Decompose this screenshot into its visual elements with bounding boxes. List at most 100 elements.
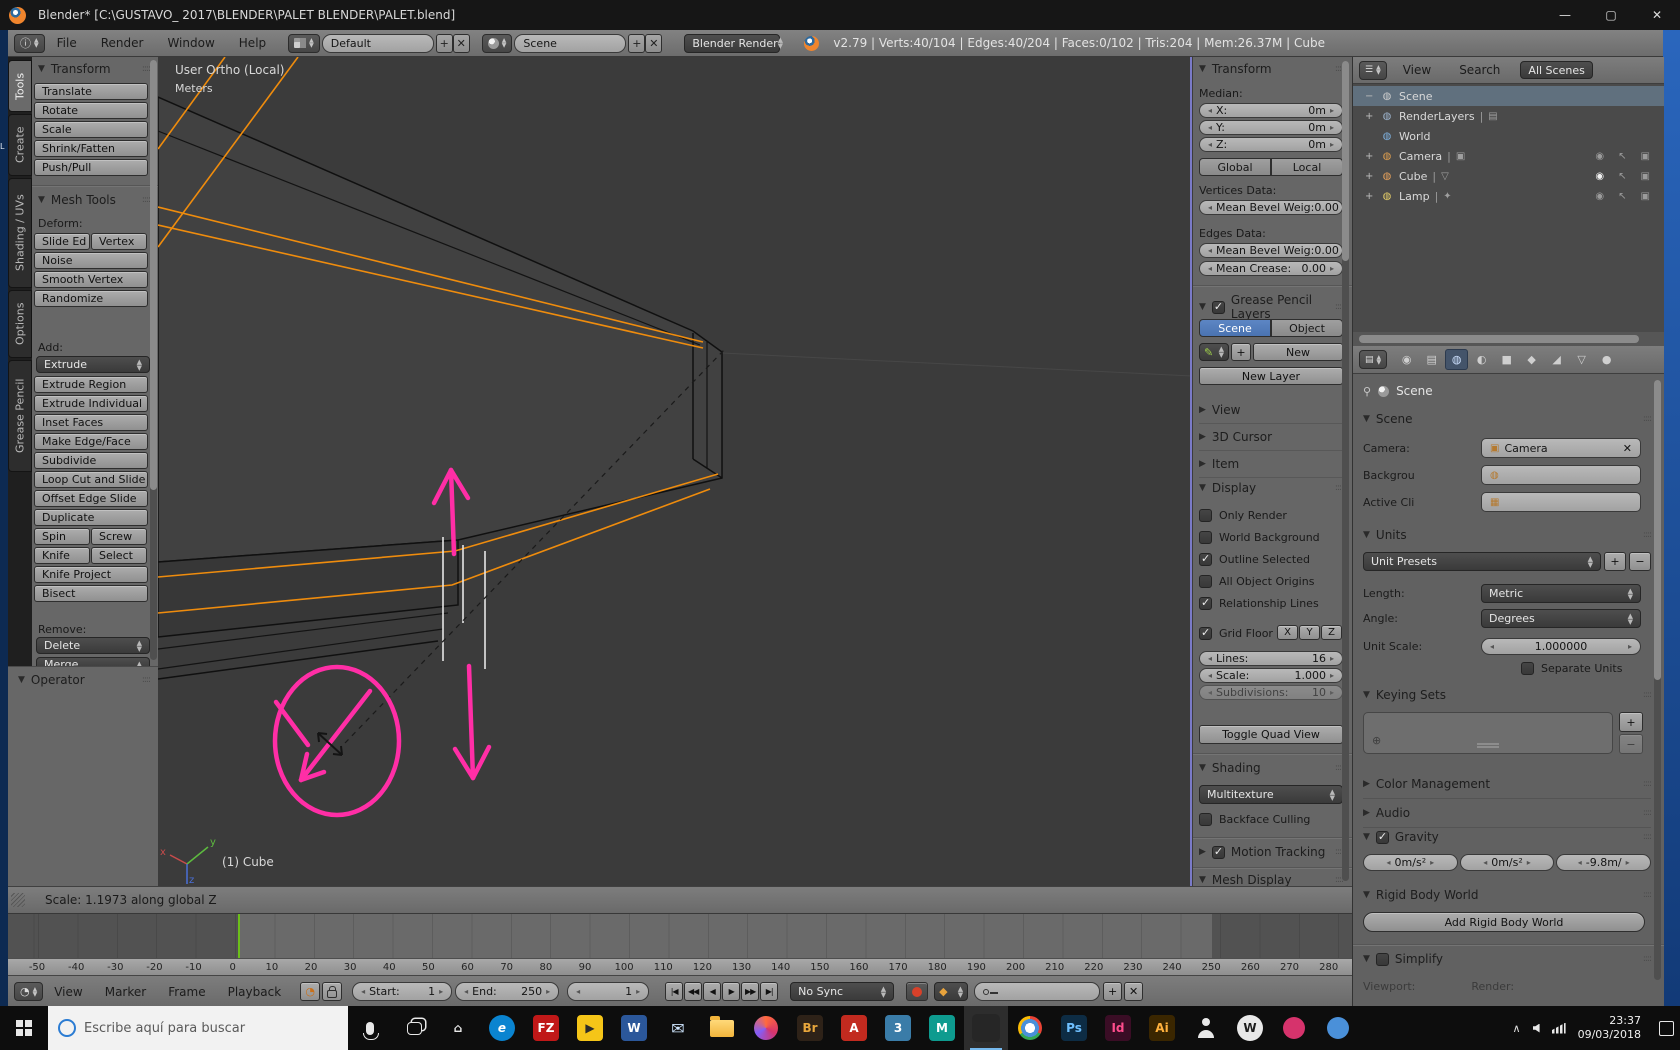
properties-editor-selector[interactable]: ▤ ▲ ▼ [1359,350,1388,369]
properties-tab-icon[interactable]: ● [1595,349,1618,370]
delete-scene-button[interactable]: ✕ [645,33,663,53]
tool-button[interactable]: Bisect [34,585,148,602]
tool-tab-create[interactable]: Create [8,114,32,176]
outliner-hscrollbar[interactable] [1353,332,1664,346]
notification-center-icon[interactable] [1659,1020,1674,1036]
visibility-eye-icon[interactable]: ◉ [1595,151,1604,162]
checkbox[interactable] [1521,662,1534,675]
tool-button[interactable]: Slide Ed [34,233,90,250]
grid-axis-button[interactable]: Z [1321,625,1342,640]
id-field[interactable]: ▣ Camera ✕ [1481,438,1641,458]
gravity-axis-field[interactable]: ◂ 0m/s² ▸ [1459,854,1555,871]
taskbar-app-icon[interactable]: ✉ [656,1006,700,1050]
tool-button[interactable]: Screw [91,528,147,545]
checkbox[interactable] [1199,531,1212,544]
collapsed-panel-header[interactable]: ▶ Color Management:::: [1363,770,1652,799]
region-resize-grip[interactable] [11,893,25,907]
end-frame-field[interactable]: ◂ End: 250 ▸ [455,982,560,1001]
screen-layout-selector[interactable]: Default [321,33,434,53]
display-checkbox-row[interactable]: Only Render [1199,509,1343,522]
transport-button[interactable]: ▶▶ [741,982,760,1001]
clear-icon[interactable]: ✕ [1623,442,1632,455]
timeline-menu-item[interactable]: View [43,985,93,999]
outliner-row[interactable]: + ◍ Camera | ▣ ◉ ↖ ▣ [1353,146,1664,166]
tool-button[interactable]: Rotate [34,102,148,119]
add-rigid-body-world-button[interactable]: Add Rigid Body World [1363,912,1645,932]
add-layout-button[interactable]: + [435,33,453,53]
edge-data-field[interactable]: ◂Mean Bevel Weig:0.00▸ [1199,243,1347,258]
taskbar-app-icon[interactable]: Ps [1052,1006,1096,1050]
taskbar-app-icon[interactable]: W [1228,1006,1272,1050]
transport-button[interactable]: ◀ [703,982,722,1001]
tool-button[interactable]: Scale [34,121,148,138]
transport-button[interactable]: |◀ [665,982,684,1001]
panel-header-shading[interactable]: ▼ Shading:::: [1199,761,1344,775]
tool-button[interactable]: Extrude Individual [34,395,148,412]
tool-tab-tools[interactable]: Tools [8,60,32,112]
checkbox[interactable] [1199,575,1212,588]
lock-time-button[interactable] [322,982,343,1001]
unit-presets-selector[interactable]: Unit Presets ▲ ▼ [1363,552,1601,571]
delete-keyframes-button[interactable]: ✕ [1124,982,1144,1001]
properties-tab-icon[interactable]: ◐ [1470,349,1493,370]
mean-bevel-weight-field[interactable]: ◂Mean Bevel Weig:0.00▸ [1199,200,1347,215]
taskbar-app-icon[interactable] [1316,1006,1360,1050]
timeline-menu-item[interactable]: Playback [217,985,293,999]
tool-button[interactable]: Shrink/Fatten [34,140,148,157]
outliner-search-menu[interactable]: Search [1447,63,1512,77]
current-frame-marker[interactable] [238,914,240,958]
gp-new-layer-button[interactable]: New Layer [1199,367,1343,385]
taskbar-app-icon[interactable]: FZ [524,1006,568,1050]
unit-scale-field[interactable]: ◂ 1.000000 ▸ [1481,638,1641,655]
collapsed-panel-header[interactable]: ▶ Audio:::: [1363,799,1652,828]
tool-button[interactable]: Make Edge/Face [34,433,148,450]
panel-header-scene[interactable]: ▼ Scene:::: [1363,412,1652,426]
display-checkbox-row[interactable]: World Background [1199,531,1343,544]
timeline-frames-area[interactable] [8,914,1352,958]
tool-button[interactable]: Knife Project [34,566,148,583]
gp-source-tab[interactable]: Scene [1199,319,1271,337]
panel-header-motion-tracking[interactable]: ▶ Motion Tracking:::: [1199,845,1344,860]
remove-preset-button[interactable]: − [1629,552,1651,571]
header-menu-item[interactable]: Help [227,36,278,50]
timeline-editor-selector[interactable]: ◔ ▲ ▼ [14,982,44,1001]
taskbar-app-icon[interactable]: Ai [1140,1006,1184,1050]
panel-header-units[interactable]: ▼ Units:::: [1363,528,1652,542]
add-scene-button[interactable]: + [628,33,646,53]
median-axis-field[interactable]: ◂ X: 0m ▸ [1199,103,1343,118]
motion-tracking-checkbox[interactable] [1211,845,1225,859]
tool-tab-options[interactable]: Options [8,290,32,358]
properties-tab-icon[interactable]: ◢ [1545,349,1568,370]
gp-new-button[interactable]: New [1253,343,1343,361]
collapsed-section-header[interactable]: ▶ View [1199,397,1343,424]
panel-header-grease-pencil[interactable]: ▼ Grease Pencil Layers:::: [1199,293,1344,321]
simplify-checkbox[interactable] [1375,952,1389,966]
scene-selector[interactable]: Scene [514,33,627,53]
tool-button[interactable]: Vertex [91,233,147,250]
tool-button[interactable]: Noise [34,252,148,269]
taskbar-app-icon[interactable]: Br [788,1006,832,1050]
taskbar-app-icon[interactable]: ▶ [568,1006,612,1050]
taskbar-app-icon[interactable]: Id [1096,1006,1140,1050]
orientation-button[interactable]: Global [1199,158,1271,176]
add-preset-button[interactable]: + [1604,552,1626,571]
tool-button[interactable]: Offset Edge Slide [34,490,148,507]
merge-menu[interactable]: Merge ▲ [36,657,150,666]
selectability-cursor-icon[interactable]: ↖ [1618,171,1626,182]
n-panel-scrollbar[interactable] [1342,61,1349,881]
tool-button[interactable]: Knife [34,547,90,564]
outliner-row[interactable]: + ◍ Cube | ▽ ◉ ↖ ▣ [1353,166,1664,186]
visibility-eye-icon[interactable]: ◉ [1595,191,1604,202]
taskbar-app-icon[interactable] [1008,1006,1052,1050]
panel-header-gravity[interactable]: ▼ Gravity:::: [1363,830,1652,845]
tool-button[interactable]: Translate [34,83,148,100]
expand-toggle[interactable]: − [1365,91,1379,102]
toggle-quad-view-button[interactable]: Toggle Quad View [1199,725,1343,744]
checkbox[interactable] [1199,626,1212,640]
tool-button[interactable]: Inset Faces [34,414,148,431]
tool-button[interactable]: Extrude Region [34,376,148,393]
collapsed-section-header[interactable]: ▶ Item [1199,451,1343,478]
checkbox[interactable] [1199,596,1212,610]
taskbar-search[interactable]: Escribe aquí para buscar [48,1006,348,1050]
network-icon[interactable] [1551,1022,1566,1034]
